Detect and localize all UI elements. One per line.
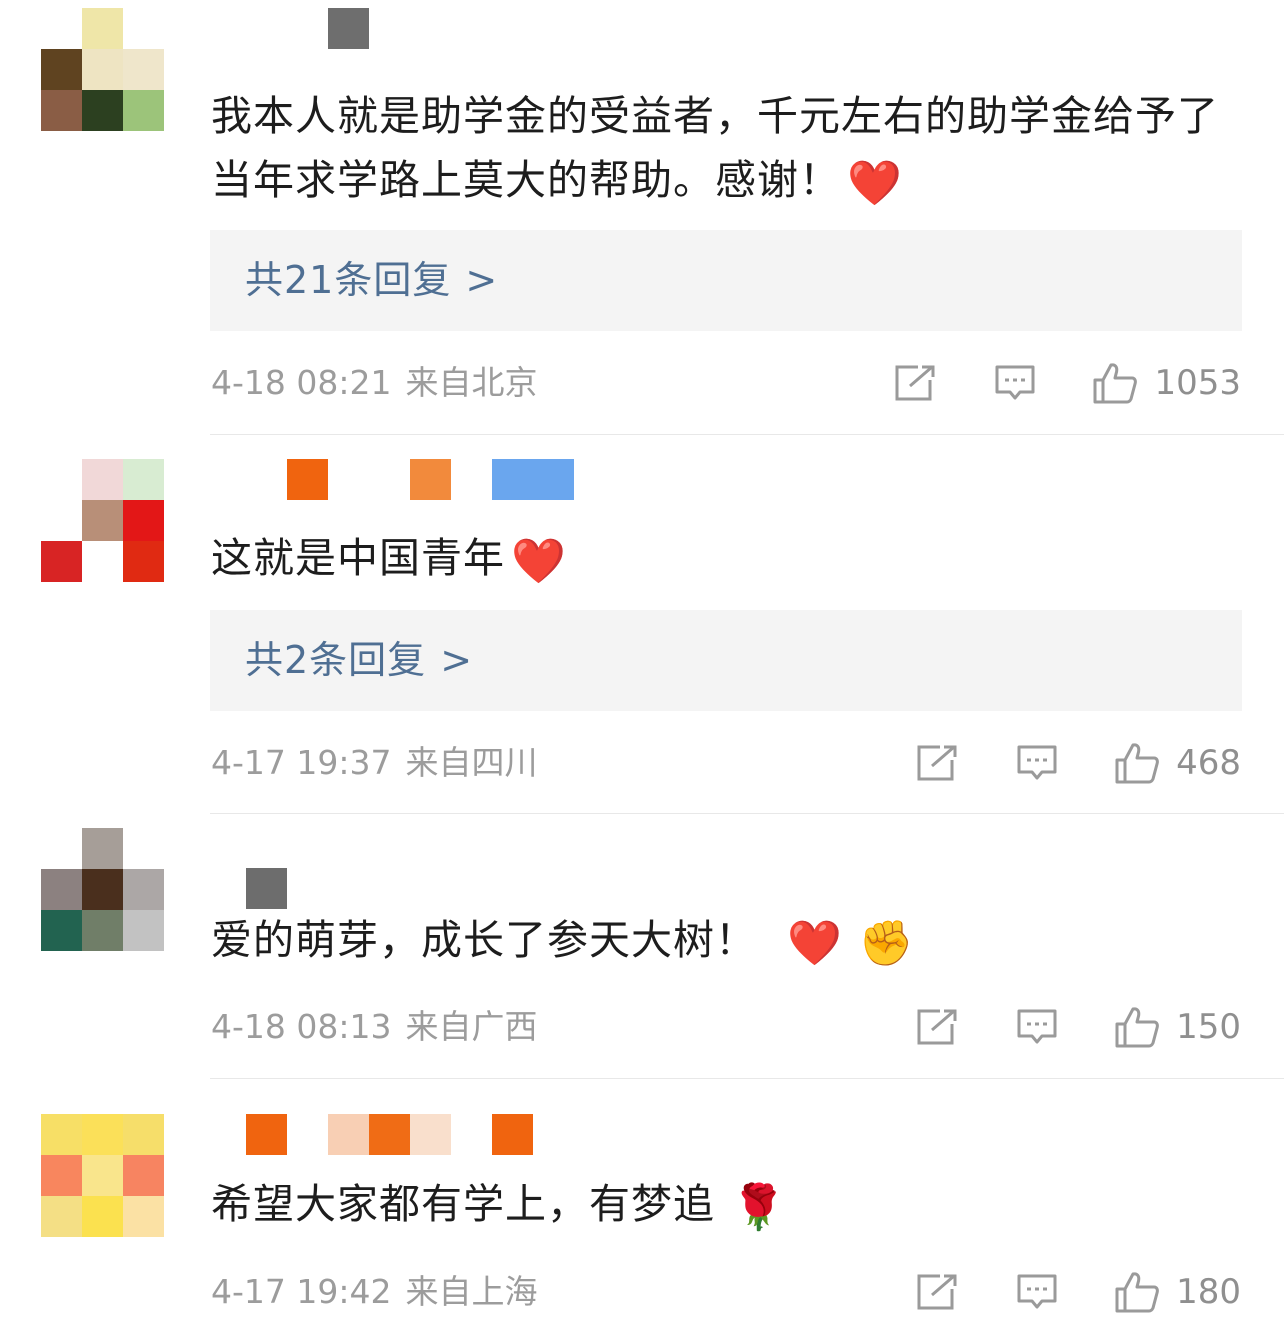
comment-actions: 180 — [916, 1266, 1241, 1318]
replies-label: 共21条回复 — [245, 258, 452, 302]
comment-meta: 4-17 19:42 来自上海 180 — [211, 1266, 1241, 1318]
location: 来自广西 — [405, 1007, 538, 1046]
divider — [210, 813, 1284, 814]
thumbs-up-icon — [1115, 743, 1159, 784]
comment-text: 这就是中国青年 ❤️ — [211, 526, 1241, 594]
like-count: 180 — [1176, 1272, 1241, 1312]
heart-emoji-icon: ❤️ — [511, 536, 567, 587]
share-icon[interactable] — [916, 744, 958, 782]
like-button[interactable]: 468 — [1114, 737, 1241, 789]
heart-emoji-icon: ❤️ — [787, 918, 843, 969]
like-button[interactable]: 1053 — [1092, 357, 1241, 409]
thumbs-up-icon — [1093, 363, 1138, 404]
comment-icon[interactable] — [1016, 744, 1058, 782]
avatar[interactable] — [41, 1114, 164, 1237]
like-count: 468 — [1176, 743, 1241, 783]
comment-text: 我本人就是助学金的受益者，千元左右的助学金给予了当年求学路上莫大的帮助。感谢！ ❤… — [211, 84, 1241, 216]
comment-body: 爱的萌芽，成长了参天大树！ — [211, 916, 757, 964]
fist-emoji-icon: ✊ — [858, 918, 915, 969]
comment-actions: 468 — [916, 737, 1241, 789]
timestamp: 4-17 19:42 — [211, 1272, 392, 1311]
location: 来自四川 — [405, 743, 538, 782]
like-count: 1053 — [1154, 363, 1241, 403]
timestamp: 4-17 19:37 — [211, 743, 392, 782]
comment-actions: 1053 — [894, 357, 1241, 409]
thumbs-up-icon — [1115, 1272, 1159, 1313]
like-button[interactable]: 180 — [1114, 1266, 1241, 1318]
comment-icon[interactable] — [1016, 1273, 1058, 1311]
avatar[interactable] — [41, 8, 164, 131]
chevron-right-icon: > — [440, 638, 474, 682]
divider — [210, 1078, 1284, 1079]
timestamp: 4-18 08:21 — [211, 363, 392, 402]
replies-label: 共2条回复 — [245, 638, 427, 682]
avatar[interactable] — [41, 828, 164, 951]
divider — [210, 434, 1284, 435]
location: 来自北京 — [405, 363, 538, 402]
like-button[interactable]: 150 — [1114, 1001, 1241, 1053]
location: 来自上海 — [405, 1272, 538, 1311]
timestamp: 4-18 08:13 — [211, 1007, 392, 1046]
comment-icon[interactable] — [994, 364, 1036, 402]
thumbs-up-icon — [1115, 1007, 1159, 1048]
view-replies-button[interactable]: 共2条回复 > — [210, 610, 1242, 711]
comment-text: 爱的萌芽，成长了参天大树！ ❤️ ✊ — [211, 908, 1241, 976]
comment-meta: 4-18 08:13 来自广西 150 — [211, 1001, 1241, 1053]
share-icon[interactable] — [916, 1008, 958, 1046]
comment-body: 这就是中国青年 — [211, 534, 505, 582]
chevron-right-icon: > — [465, 258, 499, 302]
comment-meta: 4-18 08:21 来自北京 1053 — [211, 357, 1241, 409]
comment-body: 希望大家都有学上，有梦追 — [211, 1180, 715, 1228]
heart-emoji-icon: ❤️ — [847, 158, 903, 209]
share-icon[interactable] — [894, 364, 936, 402]
comment-actions: 150 — [916, 1001, 1241, 1053]
comment-text: 希望大家都有学上，有梦追 🌹 — [211, 1172, 1241, 1240]
share-icon[interactable] — [916, 1273, 958, 1311]
like-count: 150 — [1176, 1007, 1241, 1047]
comment-body: 我本人就是助学金的受益者，千元左右的助学金给予了当年求学路上莫大的帮助。感谢！ — [211, 92, 1219, 204]
avatar[interactable] — [41, 459, 164, 582]
comment-meta: 4-17 19:37 来自四川 468 — [211, 737, 1241, 789]
view-replies-button[interactable]: 共21条回复 > — [210, 230, 1242, 331]
comment-icon[interactable] — [1016, 1008, 1058, 1046]
rose-emoji-icon: 🌹 — [731, 1182, 787, 1233]
